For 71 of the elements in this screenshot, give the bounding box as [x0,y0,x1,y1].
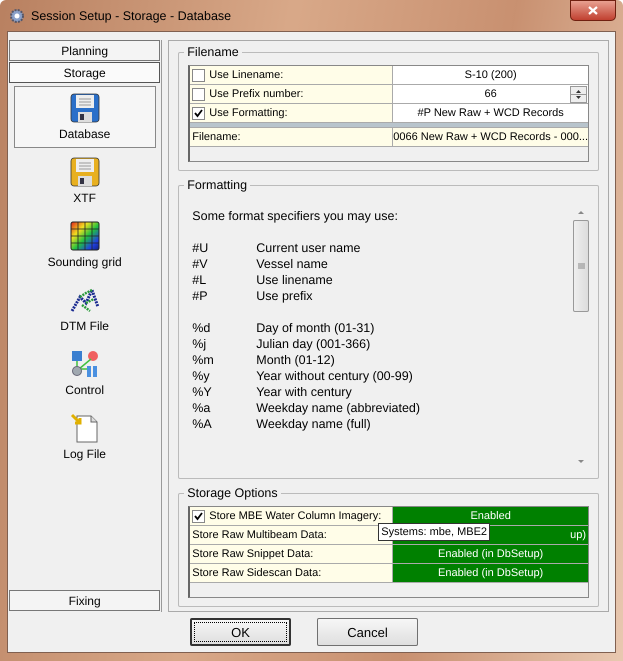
dialog-button[interactable]: Cancel [317,618,418,646]
field-label: Use Formatting: [190,104,394,122]
color-grid-icon [70,221,100,251]
sidebar-item[interactable]: DTM File [14,278,156,340]
number-field[interactable]: 66 [393,85,588,103]
format-description: Current user name [256,240,360,256]
document-icon [70,413,100,443]
field-label: Use Linename: [190,66,394,84]
format-description: Month (01-12) [256,352,335,368]
item-label: XTF [73,191,96,205]
option-value: Enabled (in DbSetup) [393,545,588,563]
format-description: Use prefix [256,288,313,304]
format-code: %Y [192,384,213,400]
sidebar-item[interactable]: Control [14,342,156,404]
format-description: Day of month (01-31) [256,320,374,336]
format-description: Julian day (001-366) [256,336,370,352]
format-code: %y [192,368,211,384]
format-code: #V [192,256,209,272]
tooltip: Systems: mbe, MBE2 [378,523,490,541]
option-value: Enabled [393,507,588,525]
sidebar-tab[interactable]: Planning [9,40,160,61]
checkbox[interactable] [192,510,206,522]
format-code: %m [192,352,215,368]
option-label: Store Raw Snippet Data: [190,545,394,563]
field-label: Use Prefix number: [190,85,394,103]
item-label: DTM File [60,319,109,333]
window-title: Session Setup - Storage - Database [31,8,232,22]
sidebar-tab[interactable]: Storage [9,62,160,83]
sidebar-item[interactable]: XTF [14,150,156,212]
filename-value: 0066 New Raw + WCD Records - 000... [393,128,588,146]
sidebar-item[interactable]: Sounding grid [14,214,156,276]
format-description: Vessel name [256,256,328,272]
format-code: %j [192,336,208,352]
group-title: Formatting [186,178,248,192]
format-description: Use linename [256,272,333,288]
checkbox[interactable] [192,106,206,120]
format-code: #P [192,288,209,304]
format-code: %a [192,400,212,416]
option-label: Store MBE Water Column Imagery: [190,507,394,525]
format-code: %d [192,320,212,336]
scrollbar-thumb[interactable] [573,220,589,312]
format-code: %A [192,416,213,432]
sidebar-item[interactable]: Database [14,86,156,148]
spinner-icon[interactable] [570,86,587,103]
text-field[interactable]: S-10 (200) [393,66,588,84]
format-description: Year with century [256,384,352,400]
format-description: Year without century (00-99) [256,368,413,384]
close-icon [588,6,598,14]
item-label: Sounding grid [48,255,122,269]
sidebar-item[interactable]: Log File [14,406,156,468]
checkbox[interactable] [192,88,206,100]
format-code: #U [192,240,210,256]
gear-icon [9,8,25,24]
item-label: Database [58,127,110,141]
group-title: Filename [186,45,240,59]
close-button[interactable] [570,0,616,20]
text-field[interactable]: #P New Raw + WCD Records [393,104,588,122]
option-label: Store Raw Sidescan Data: [190,564,394,582]
item-label: Control [65,383,104,397]
item-label: Log File [63,447,106,461]
format-code: #L [192,272,208,288]
intro-text: Some format specifiers you may use: [192,208,399,224]
sidebar-tab[interactable]: Fixing [9,590,160,611]
checkbox[interactable] [192,68,206,82]
field-label: Filename: [190,128,394,146]
dialog-button[interactable]: OK [190,618,291,646]
option-value: Enabled (in DbSetup) [393,564,588,582]
format-description: Weekday name (abbreviated) [256,400,420,416]
format-description: Weekday name (full) [256,416,371,432]
control-icon [70,349,100,379]
group-title: Storage Options [186,486,279,500]
